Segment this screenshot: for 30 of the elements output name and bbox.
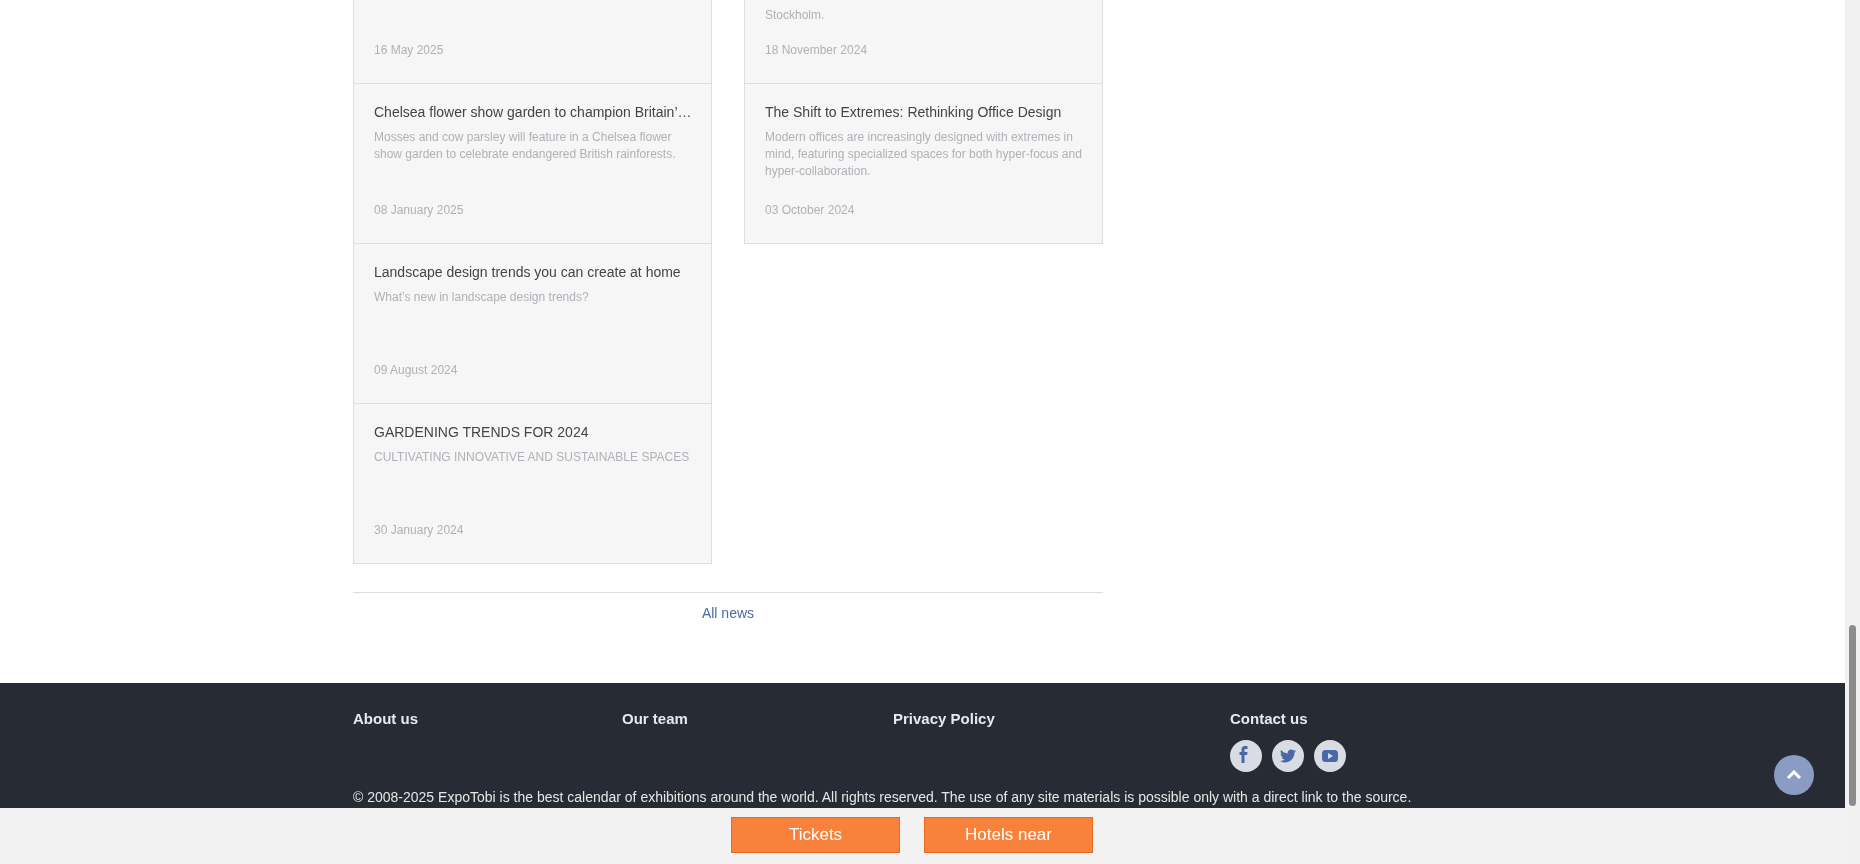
news-date: 30 January 2024 <box>374 522 465 538</box>
news-title[interactable]: Chelsea flower show garden to champion Britain’… <box>374 102 691 122</box>
news-date: 16 May 2025 <box>374 42 445 58</box>
letter-f-icon[interactable] <box>1230 740 1262 772</box>
news-date: 09 August 2024 <box>374 362 459 378</box>
news-description: Modern offices are increasingly designed with extremes in mind, featuring specialized spaces for both hyper-focus and hyper-collaboration. <box>765 129 1082 180</box>
footer-link[interactable]: About us <box>353 708 418 731</box>
footer-link[interactable]: Privacy Policy <box>893 708 995 731</box>
news-date: 03 October 2024 <box>765 202 856 218</box>
all-news-link[interactable]: All news <box>701 603 755 624</box>
news-date: 18 November 2024 <box>765 42 869 58</box>
news-description: What’s new in landscape design trends? <box>374 289 590 306</box>
news-date: 08 January 2025 <box>374 202 465 218</box>
news-card[interactable]: GARDENING TRENDS FOR 2024 CULTIVATING INNOVATIVE AND SUSTAINABLE SPACES 30 January 2024 <box>353 404 712 564</box>
scroll-top-button[interactable] <box>1774 755 1814 795</box>
copyright-text: © 2008-2025 ExpoTobi is the best calendar of exhibitions around the world. All rights reserved. The use of any site materials is possible only with a direct link to the source. <box>353 789 1412 806</box>
play-icon[interactable] <box>1314 740 1346 772</box>
footer-link[interactable]: Contact us <box>1230 708 1308 731</box>
news-title[interactable]: The Shift to Extremes: Rethinking Office Design <box>765 102 1082 122</box>
chevron-up-icon <box>1786 770 1802 780</box>
news-description: Mosses and cow parsley will feature in a Chelsea flower show garden to celebrate endangered British rainforests. <box>374 129 677 163</box>
news-title[interactable]: Landscape design trends you can create at home <box>374 262 691 282</box>
bird-icon[interactable] <box>1272 740 1304 772</box>
news-description: CULTIVATING INNOVATIVE AND SUSTAINABLE SPACES <box>374 449 691 466</box>
news-description: Stockholm. <box>765 7 826 24</box>
news-title[interactable]: GARDENING TRENDS FOR 2024 <box>374 422 691 442</box>
scrollbar[interactable] <box>1845 0 1860 864</box>
news-card[interactable]: Chelsea flower show garden to champion Britain’… Mosses and cow parsley will feature in a Chelsea flower show garden to celebrate endangered British rainforests. 08 January 2025 <box>353 84 712 244</box>
news-card[interactable]: Landscape design trends you can create at home What’s new in landscape design trends? 09 August 2024 <box>353 244 712 404</box>
footer-link[interactable]: Our team <box>622 708 688 731</box>
